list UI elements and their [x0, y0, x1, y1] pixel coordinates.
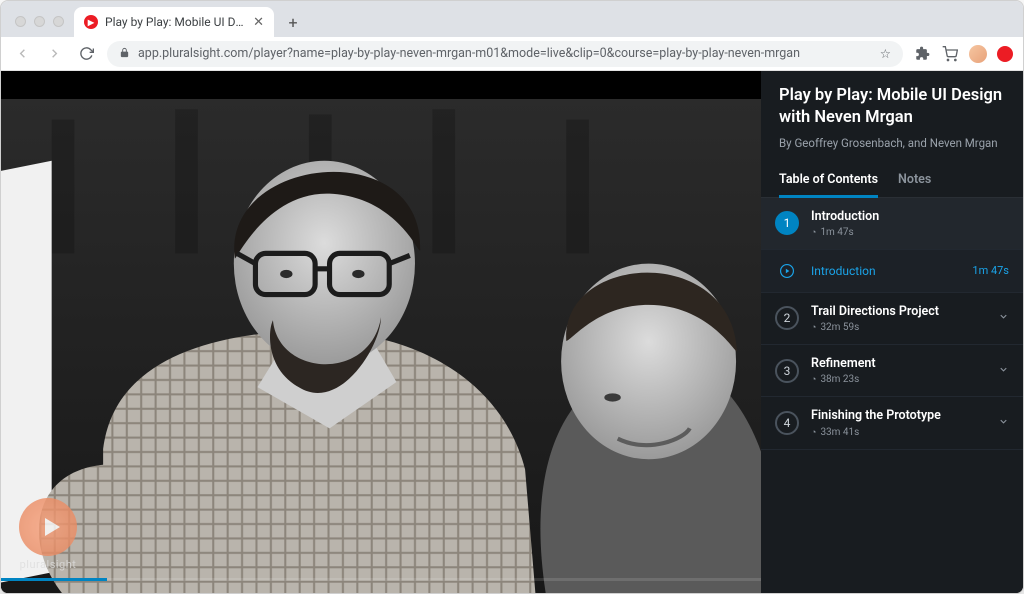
module-number-badge: 2: [775, 306, 799, 330]
new-tab-button[interactable]: +: [280, 9, 306, 35]
module-body: Introduction ◔1m 47s: [811, 209, 1009, 238]
module-title: Finishing the Prototype: [811, 408, 986, 424]
module-body: Trail Directions Project ◔32m 59s: [811, 304, 986, 333]
course-byline: By Geoffrey Grosenbach, and Neven Mrgan: [761, 130, 1023, 150]
tab-favicon-icon: ▶: [84, 15, 98, 29]
lock-icon: [119, 47, 130, 61]
module-title: Introduction: [811, 209, 1009, 225]
browser-tab[interactable]: ▶ Play by Play: Mobile UI Design ✕: [74, 7, 274, 37]
clock-icon: ◔: [811, 322, 816, 333]
chevron-down-icon: [998, 364, 1009, 378]
video-progress-fill: [1, 578, 107, 581]
tab-notes[interactable]: Notes: [898, 172, 931, 197]
module-body: Refinement ◔38m 23s: [811, 356, 986, 385]
module-body: Finishing the Prototype ◔33m 41s: [811, 408, 986, 437]
module-duration: ◔38m 23s: [811, 374, 986, 385]
forward-button[interactable]: [43, 43, 65, 65]
module-row[interactable]: 1 Introduction ◔1m 47s: [761, 198, 1023, 250]
module-duration: ◔32m 59s: [811, 322, 986, 333]
extension-icons: [913, 45, 1013, 63]
extensions-icon[interactable]: [913, 45, 931, 63]
clip-title: Introduction: [811, 264, 960, 278]
watermark-play-icon: [19, 498, 77, 556]
module-duration: ◔1m 47s: [811, 227, 1009, 238]
pluralsight-extension-icon[interactable]: [997, 46, 1013, 62]
window-zoom-dot[interactable]: [53, 16, 64, 27]
module-row[interactable]: 4 Finishing the Prototype ◔33m 41s: [761, 397, 1023, 449]
tab-table-of-contents[interactable]: Table of Contents: [779, 172, 878, 197]
window-controls[interactable]: [9, 16, 74, 37]
clip-row[interactable]: Introduction 1m 47s: [761, 250, 1023, 293]
address-url: app.pluralsight.com/player?name=play-by-…: [138, 46, 872, 61]
window-minimize-dot[interactable]: [34, 16, 45, 27]
tab-close-icon[interactable]: ✕: [253, 15, 264, 30]
chevron-down-icon: [998, 416, 1009, 430]
browser-window: ▶ Play by Play: Mobile UI Design ✕ + app…: [0, 0, 1024, 594]
browser-tabstrip: ▶ Play by Play: Mobile UI Design ✕ +: [1, 1, 1023, 37]
play-icon: [775, 259, 799, 283]
profile-avatar-icon[interactable]: [969, 45, 987, 63]
video-progress-bar[interactable]: [1, 578, 761, 581]
chevron-down-icon: [998, 311, 1009, 325]
page-content: pluralsight Play by Play: Mobile UI Desi…: [1, 71, 1023, 593]
tab-title: Play by Play: Mobile UI Design: [105, 15, 246, 29]
reload-button[interactable]: [75, 43, 97, 65]
clock-icon: ◔: [811, 427, 816, 438]
module-duration: ◔33m 41s: [811, 427, 986, 438]
module-row[interactable]: 3 Refinement ◔38m 23s: [761, 345, 1023, 397]
clock-icon: ◔: [811, 374, 816, 385]
course-title: Play by Play: Mobile UI Design with Neve…: [761, 85, 1023, 130]
watermark-text: pluralsight: [20, 558, 77, 571]
clip-duration: 1m 47s: [972, 264, 1009, 277]
pluralsight-watermark: pluralsight: [19, 498, 77, 571]
back-button[interactable]: [11, 43, 33, 65]
module-title: Refinement: [811, 356, 986, 372]
module-list: 1 Introduction ◔1m 47s Introduction 1m 47s 2T…: [761, 198, 1023, 593]
window-close-dot[interactable]: [15, 16, 26, 27]
course-sidebar: Play by Play: Mobile UI Design with Neve…: [761, 71, 1023, 593]
module-title: Trail Directions Project: [811, 304, 986, 320]
sidebar-tabs: Table of Contents Notes: [761, 150, 1023, 198]
module-number-badge: 1: [775, 211, 799, 235]
address-bar[interactable]: app.pluralsight.com/player?name=play-by-…: [107, 41, 903, 67]
video-player[interactable]: pluralsight: [1, 71, 761, 593]
module-number-badge: 3: [775, 359, 799, 383]
clock-icon: ◔: [811, 227, 816, 238]
browser-toolbar: app.pluralsight.com/player?name=play-by-…: [1, 37, 1023, 71]
cart-icon[interactable]: [941, 45, 959, 63]
star-icon[interactable]: ☆: [880, 46, 891, 62]
module-number-badge: 4: [775, 411, 799, 435]
module-row[interactable]: 2 Trail Directions Project ◔32m 59s: [761, 293, 1023, 345]
video-frame: [1, 99, 761, 593]
